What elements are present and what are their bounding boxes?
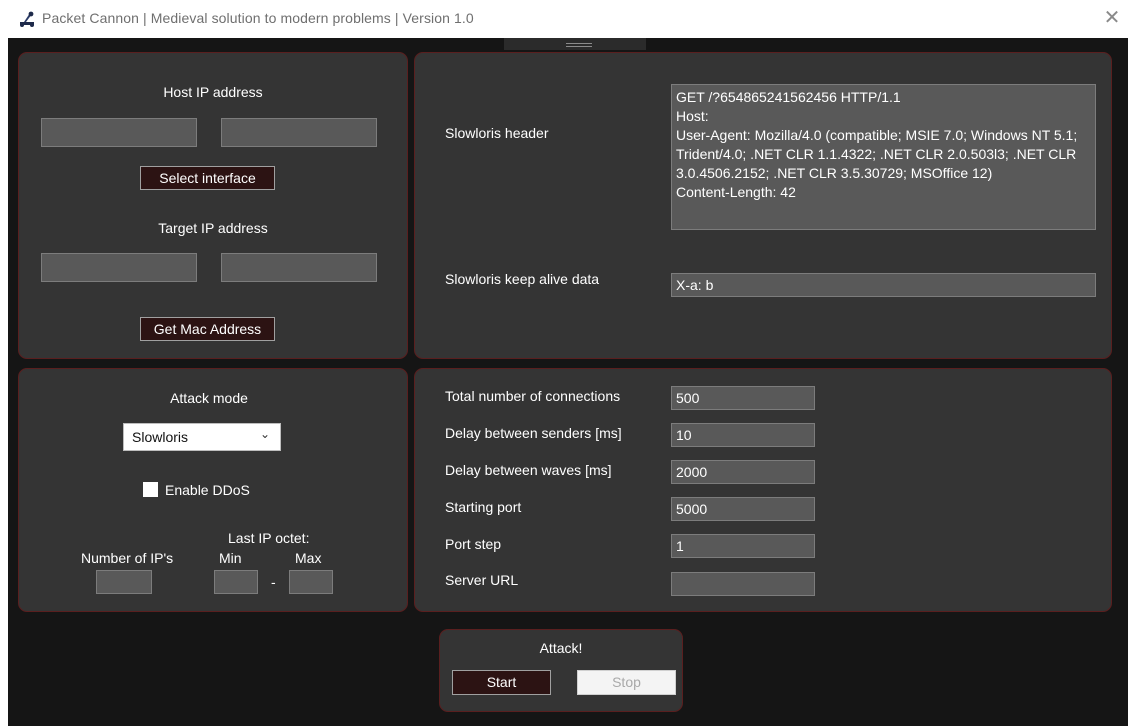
attack-mode-dropdown[interactable]: Slowloris ⌄ bbox=[123, 423, 281, 451]
select-interface-button[interactable]: Select interface bbox=[140, 166, 275, 190]
target-ip-input[interactable] bbox=[41, 253, 197, 282]
total-connections-input[interactable] bbox=[671, 386, 815, 410]
delay-waves-label: Delay between waves [ms] bbox=[445, 462, 612, 478]
port-step-input[interactable] bbox=[671, 534, 815, 558]
window-title: Packet Cannon | Medieval solution to mod… bbox=[42, 10, 474, 26]
slowloris-header-label: Slowloris header bbox=[445, 125, 549, 141]
port-step-label: Port step bbox=[445, 536, 502, 552]
host-ip-input[interactable] bbox=[41, 118, 197, 147]
host-mac-input[interactable] bbox=[221, 118, 377, 147]
attack-mode-panel: Attack mode Slowloris ⌄ Enable DDoS Last… bbox=[18, 368, 408, 612]
delay-senders-label: Delay between senders [ms] bbox=[445, 425, 622, 441]
main-window: Host IP address Select interface Target … bbox=[8, 38, 1128, 726]
enable-ddos-checkbox[interactable] bbox=[143, 482, 158, 497]
keepalive-input[interactable] bbox=[671, 273, 1096, 297]
slowloris-panel: Slowloris header GET /?654865241562456 H… bbox=[414, 52, 1112, 359]
keepalive-label: Slowloris keep alive data bbox=[445, 271, 600, 287]
attack-title: Attack! bbox=[539, 640, 583, 656]
start-button[interactable]: Start bbox=[452, 670, 551, 695]
server-url-label: Server URL bbox=[445, 572, 519, 588]
network-panel: Host IP address Select interface Target … bbox=[18, 52, 408, 359]
last-ip-octet-label: Last IP octet: bbox=[228, 530, 310, 546]
attack-mode-label: Attack mode bbox=[170, 390, 248, 406]
get-mac-address-button[interactable]: Get Mac Address bbox=[140, 317, 275, 341]
max-label: Max bbox=[295, 550, 322, 566]
starting-port-label: Starting port bbox=[445, 499, 522, 515]
title-bar: Packet Cannon | Medieval solution to mod… bbox=[0, 0, 1136, 38]
octet-range-dash: - bbox=[271, 574, 276, 590]
target-mac-input[interactable] bbox=[221, 253, 377, 282]
slowloris-header-input[interactable]: GET /?654865241562456 HTTP/1.1 Host: Use… bbox=[671, 84, 1096, 230]
total-connections-label: Total number of connections bbox=[445, 388, 621, 404]
drag-handle[interactable] bbox=[504, 38, 646, 50]
enable-ddos-label: Enable DDoS bbox=[165, 482, 250, 498]
host-ip-label: Host IP address bbox=[163, 84, 263, 100]
attack-mode-value: Slowloris bbox=[132, 429, 189, 445]
delay-waves-input[interactable] bbox=[671, 460, 815, 484]
number-of-ips-input[interactable] bbox=[96, 570, 152, 594]
close-icon[interactable]: ✕ bbox=[1100, 6, 1124, 30]
number-of-ips-label: Number of IP's bbox=[81, 550, 174, 566]
min-label: Min bbox=[219, 550, 242, 566]
chevron-down-icon: ⌄ bbox=[259, 427, 270, 441]
min-octet-input[interactable] bbox=[214, 570, 258, 594]
server-url-input[interactable] bbox=[671, 572, 815, 596]
target-ip-label: Target IP address bbox=[158, 220, 268, 236]
catapult-app-icon bbox=[20, 11, 34, 27]
stop-button[interactable]: Stop bbox=[577, 670, 676, 695]
settings-panel: Total number of connections Delay betwee… bbox=[414, 368, 1112, 612]
attack-panel: Attack! Start Stop bbox=[439, 629, 683, 712]
max-octet-input[interactable] bbox=[289, 570, 333, 594]
starting-port-input[interactable] bbox=[671, 497, 815, 521]
delay-senders-input[interactable] bbox=[671, 423, 815, 447]
